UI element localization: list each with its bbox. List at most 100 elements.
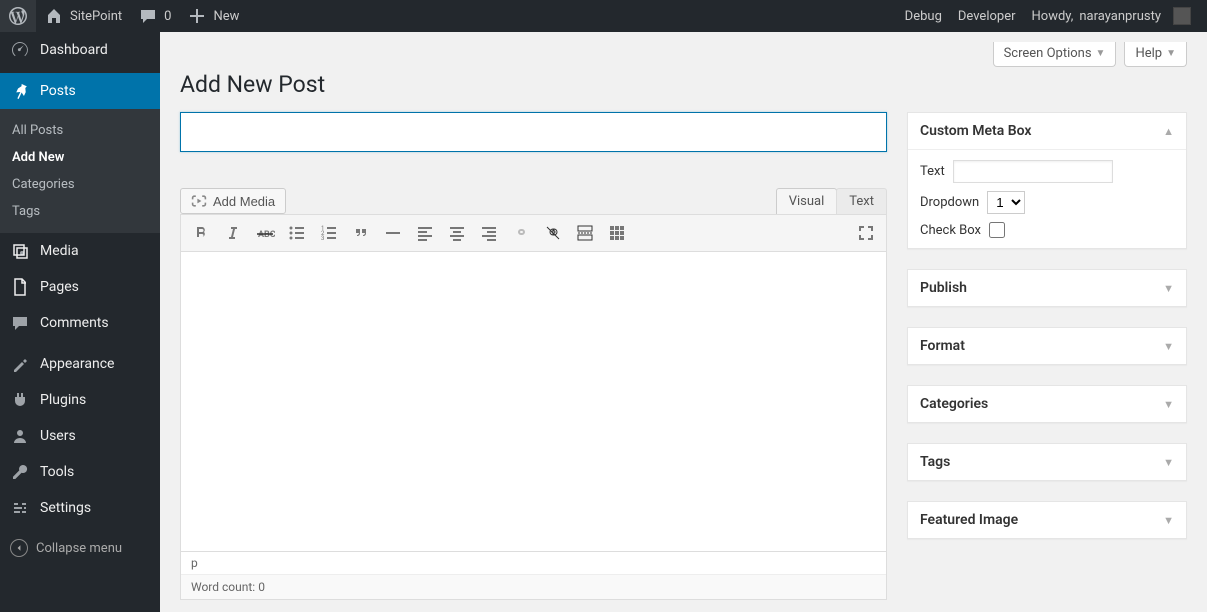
site-name-menu[interactable]: SitePoint	[36, 0, 130, 32]
strikethrough-button[interactable]: ABC	[251, 219, 279, 247]
page-title: Add New Post	[180, 71, 1187, 98]
sidebar-item-dashboard[interactable]: Dashboard	[0, 32, 160, 68]
triangle-down-icon: ▼	[1163, 456, 1174, 469]
metabox-custom-header[interactable]: Custom Meta Box ▲	[908, 113, 1186, 150]
triangle-down-icon: ▼	[1163, 514, 1174, 527]
metabox-featured-header[interactable]: Featured Image ▼	[908, 502, 1186, 538]
fullscreen-button[interactable]	[852, 219, 880, 247]
italic-button[interactable]	[219, 219, 247, 247]
sidebar-label-settings: Settings	[40, 500, 91, 516]
account-menu[interactable]: Howdy, narayanprusty	[1024, 0, 1200, 32]
editor-content-area[interactable]	[180, 252, 887, 552]
align-right-button[interactable]	[475, 219, 503, 247]
admin-bar-right: Debug Developer Howdy, narayanprusty	[897, 0, 1199, 32]
bold-button[interactable]	[187, 219, 215, 247]
sidebar-label-media: Media	[40, 243, 79, 259]
sidebar-sub-categories[interactable]: Categories	[0, 171, 160, 198]
sidebar-item-appearance[interactable]: Appearance	[0, 346, 160, 382]
metabox-custom: Custom Meta Box ▲ Text Dropdown 1	[907, 112, 1187, 249]
metabox-format: Format ▼	[907, 327, 1187, 365]
sidebar-item-settings[interactable]: Settings	[0, 490, 160, 526]
unlink-button[interactable]	[539, 219, 567, 247]
custom-dropdown-select[interactable]: 1	[987, 191, 1025, 214]
sidebar-label-comments: Comments	[40, 315, 109, 331]
align-center-button[interactable]	[443, 219, 471, 247]
admin-sidebar: Dashboard Posts All Posts Add New Catego…	[0, 32, 160, 612]
sidebar-collapse[interactable]: Collapse menu	[0, 531, 160, 565]
sidebar-item-media[interactable]: Media	[0, 233, 160, 269]
media-icon	[191, 193, 207, 209]
tab-visual[interactable]: Visual	[776, 188, 838, 214]
sidebar-label-dashboard: Dashboard	[40, 42, 108, 58]
new-label: New	[213, 9, 239, 24]
custom-text-label: Text	[920, 164, 945, 179]
custom-checkbox-input[interactable]	[989, 222, 1005, 238]
custom-checkbox-label: Check Box	[920, 223, 981, 238]
metabox-publish-header[interactable]: Publish ▼	[908, 270, 1186, 306]
help-button[interactable]: Help▼	[1124, 42, 1187, 67]
collapse-icon	[10, 539, 28, 557]
collapse-label: Collapse menu	[36, 541, 122, 556]
svg-text:ABC: ABC	[258, 230, 275, 240]
link-button[interactable]	[507, 219, 535, 247]
editor-status-bar: p Word count: 0	[180, 552, 887, 600]
caret-down-icon: ▼	[1166, 48, 1176, 59]
developer-menu[interactable]: Developer	[950, 0, 1024, 32]
pin-icon	[10, 81, 30, 101]
editor-tabs: Visual Text	[776, 188, 887, 214]
content-area: Screen Options▼ Help▼ Add New Post Add M…	[160, 32, 1207, 612]
read-more-button[interactable]	[571, 219, 599, 247]
metabox-categories: Categories ▼	[907, 385, 1187, 423]
metabox-tags-header[interactable]: Tags ▼	[908, 444, 1186, 480]
sidebar-item-pages[interactable]: Pages	[0, 269, 160, 305]
home-icon	[44, 6, 64, 26]
custom-dropdown-label: Dropdown	[920, 195, 979, 210]
sidebar-item-tools[interactable]: Tools	[0, 454, 160, 490]
pages-icon	[10, 277, 30, 297]
post-title-input[interactable]	[180, 112, 887, 152]
metabox-publish: Publish ▼	[907, 269, 1187, 307]
sidebar-item-users[interactable]: Users	[0, 418, 160, 454]
sidebar-label-pages: Pages	[40, 279, 79, 295]
blockquote-button[interactable]	[347, 219, 375, 247]
debug-menu[interactable]: Debug	[897, 0, 950, 32]
comments-icon	[10, 313, 30, 333]
settings-icon	[10, 498, 30, 518]
avatar	[1173, 7, 1191, 25]
screen-options-button[interactable]: Screen Options▼	[993, 42, 1117, 67]
metabox-categories-header[interactable]: Categories ▼	[908, 386, 1186, 422]
custom-text-input[interactable]	[953, 160, 1113, 183]
tab-text[interactable]: Text	[836, 188, 887, 214]
sidebar-sub-add-new[interactable]: Add New	[0, 144, 160, 171]
comment-icon	[138, 6, 158, 26]
plus-icon	[187, 6, 207, 26]
comments-menu[interactable]: 0	[130, 0, 179, 32]
wp-logo-menu[interactable]	[0, 0, 36, 32]
sidebar-item-plugins[interactable]: Plugins	[0, 382, 160, 418]
add-media-button[interactable]: Add Media	[180, 188, 286, 214]
svg-text:3: 3	[321, 235, 324, 242]
new-content-menu[interactable]: New	[179, 0, 247, 32]
sidebar-sub-tags[interactable]: Tags	[0, 198, 160, 225]
sidebar-item-posts[interactable]: Posts	[0, 73, 160, 109]
numbered-list-button[interactable]: 123	[315, 219, 343, 247]
align-left-button[interactable]	[411, 219, 439, 247]
sidebar-label-appearance: Appearance	[40, 356, 114, 372]
metabox-featured-image: Featured Image ▼	[907, 501, 1187, 539]
sidebar-sub-all-posts[interactable]: All Posts	[0, 117, 160, 144]
triangle-down-icon: ▼	[1163, 282, 1174, 295]
metabox-format-header[interactable]: Format ▼	[908, 328, 1186, 364]
sidebar-item-comments[interactable]: Comments	[0, 305, 160, 341]
howdy-label: Howdy,	[1032, 9, 1074, 24]
triangle-up-icon: ▲	[1163, 125, 1174, 138]
dashboard-icon	[10, 40, 30, 60]
sidebar-submenu-posts: All Posts Add New Categories Tags	[0, 109, 160, 233]
screen-meta-links: Screen Options▼ Help▼	[180, 42, 1187, 67]
appearance-icon	[10, 354, 30, 374]
username-label: narayanprusty	[1079, 9, 1161, 24]
site-name-label: SitePoint	[70, 9, 122, 24]
hr-button[interactable]	[379, 219, 407, 247]
bullet-list-button[interactable]	[283, 219, 311, 247]
toolbar-toggle-button[interactable]	[603, 219, 631, 247]
admin-bar: SitePoint 0 New Debug Developer Howdy, n…	[0, 0, 1207, 32]
